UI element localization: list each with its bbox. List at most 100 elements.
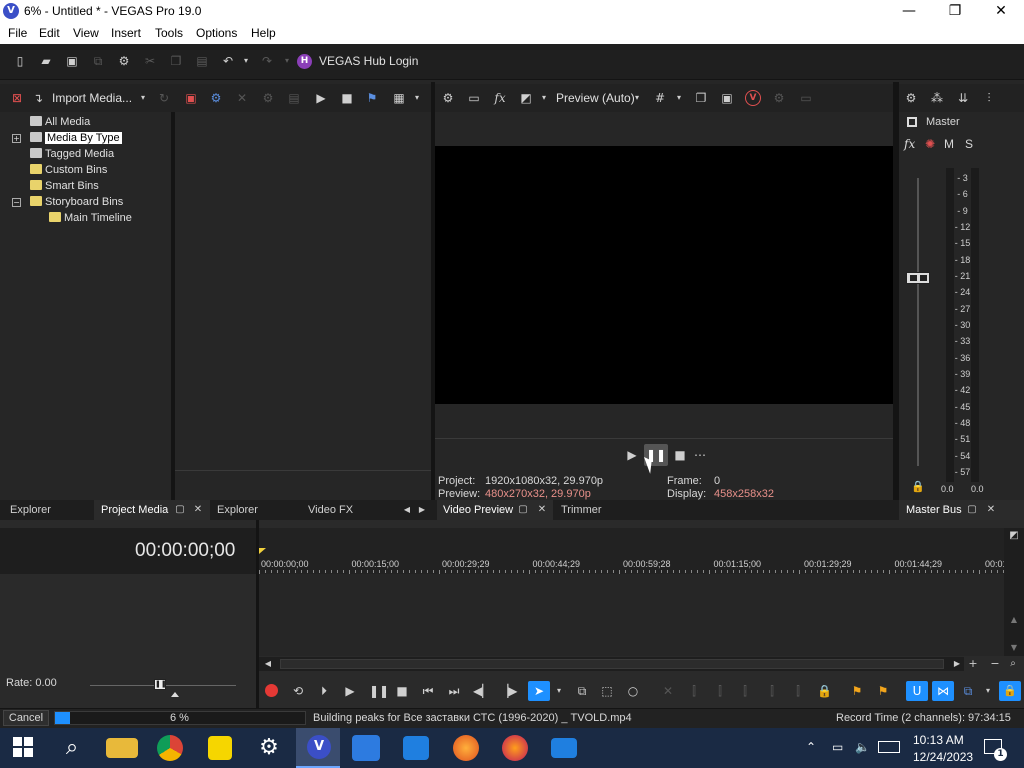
cancel-button[interactable]: Cancel [3,710,49,726]
taskbar-settings-icon[interactable]: ⚙ [253,732,285,764]
video-output-fx-icon[interactable]: fx [493,91,507,105]
open-project-icon[interactable]: ▰ [39,54,53,68]
tree-item-tagged-media[interactable]: Tagged Media [30,147,114,161]
master-dim-icon[interactable]: ⇊ [956,91,970,105]
copy-snapshot-icon[interactable]: ❐ [694,91,708,105]
menu-help[interactable]: Help [251,26,276,40]
undo-dropdown-icon[interactable]: ▾ [242,54,250,68]
vegas-v-icon[interactable]: V [745,90,761,106]
hscroll-thumb[interactable] [280,659,944,669]
go-to-end-icon[interactable]: ⏭ [447,684,461,698]
tab-scroll-left-icon[interactable]: ◀ [400,503,414,517]
close-button[interactable]: ✕ [978,0,1024,22]
zoom-in-icon[interactable]: + [966,657,980,671]
tray-keyboard-icon[interactable] [878,741,900,753]
taskbar-vegas-icon[interactable]: V [307,735,331,759]
media-stop-icon[interactable]: ■ [340,91,354,105]
save-project-icon[interactable]: ▣ [65,54,79,68]
auto-preview-icon[interactable]: ⚑ [365,91,379,105]
master-mixer-icon[interactable]: ⫶ [982,91,996,105]
auto-ripple-icon[interactable]: ⧉ [961,684,975,698]
video-preview-screen[interactable] [435,146,893,404]
tree-item-all-media[interactable]: All Media [30,115,90,129]
master-properties-gear-icon[interactable]: ⚙ [904,91,918,105]
tab-trimmer[interactable]: Trimmer [561,504,602,516]
taskbar-network-app-icon[interactable] [352,735,380,761]
tree-item-custom-bins[interactable]: Custom Bins [30,163,107,177]
tray-network-icon[interactable]: ▭ [832,740,843,754]
render-icon[interactable]: ⧉ [91,54,105,68]
tab-video-preview[interactable]: Video Preview [443,504,513,516]
menu-edit[interactable]: Edit [39,26,60,40]
windows-start-icon[interactable] [13,737,33,757]
undo-icon[interactable]: ↶ [221,54,235,68]
remove-media-icon[interactable]: ⊠ [10,91,24,105]
tree-item-main-timeline[interactable]: Main Timeline [49,211,132,225]
overlays-grid-icon[interactable]: # [653,91,667,105]
tree-item-storyboard-bins[interactable]: Storyboard Bins [30,195,123,209]
cursor-marker-icon[interactable] [259,548,266,554]
preview-settings-dim-icon[interactable]: ⚙ [772,91,786,105]
snapping-button[interactable]: Ս [906,681,928,701]
preview-quality-dropdown-icon[interactable]: ▾ [633,91,641,105]
preview-properties-gear-icon[interactable]: ⚙ [441,91,455,105]
tab-close-icon[interactable]: ✕ [984,503,998,517]
auto-crossfade-button[interactable]: ⋈ [932,681,954,701]
media-fx-icon[interactable]: ⚙ [261,91,275,105]
ignore-grouping-icon[interactable]: ⫿ [791,684,805,698]
trim-icon[interactable]: ⫿ [713,684,727,698]
split-screen-icon[interactable]: ◩ [519,91,533,105]
go-to-start-icon[interactable]: ⏮ [421,684,435,698]
cut-icon[interactable]: ✂ [143,54,157,68]
preview-quality-select[interactable]: Preview (Auto) [556,91,635,105]
split-icon[interactable]: ⫿ [765,684,779,698]
insert-region-icon[interactable]: ⚑ [876,684,890,698]
external-monitor-icon[interactable]: ▭ [467,91,481,105]
tray-time[interactable]: 10:13 AM [913,733,964,747]
preview-extra-icon[interactable]: ▭ [798,91,814,105]
master-fx-chain-icon[interactable]: ✺ [923,137,937,151]
previous-frame-icon[interactable]: ◀▏ [473,684,491,698]
tab-undock-icon[interactable]: ▢ [173,503,187,517]
get-media-icon[interactable]: ⚙ [209,91,223,105]
master-solo-button[interactable]: S [965,137,973,151]
trim-start-icon[interactable]: ⫿ [687,684,701,698]
taskbar-firefox-dev-icon[interactable] [502,735,528,761]
copy-icon[interactable]: ❐ [169,54,183,68]
normal-edit-tool-button[interactable]: ➤ [528,681,550,701]
taskbar-mail-icon[interactable] [551,738,577,758]
media-properties-icon[interactable]: ▤ [287,91,301,105]
media-splitter[interactable] [171,112,175,500]
scroll-down-icon[interactable]: ▼ [1007,641,1021,655]
taskbar-firefox-icon[interactable] [453,735,479,761]
media-view-dropdown-icon[interactable]: ▾ [413,91,421,105]
taskbar-movie-app-icon[interactable] [403,736,429,760]
zoom-out-icon[interactable]: − [988,657,1002,671]
delete-icon[interactable]: ✕ [235,91,249,105]
next-frame-icon[interactable]: ▕▶ [499,684,517,698]
auto-ripple-dropdown-icon[interactable]: ▾ [984,684,992,698]
redo-icon[interactable]: ↷ [260,54,274,68]
minimize-button[interactable]: — [886,0,932,22]
zoom-magnifier-icon[interactable]: ⌕ [1006,657,1020,671]
play-from-start-icon[interactable]: ⏵ [317,684,331,698]
tab-master-bus[interactable]: Master Bus [906,504,962,516]
pause-icon[interactable]: ❚❚ [369,684,389,698]
tab-explorer[interactable]: Explorer [10,504,51,516]
menu-options[interactable]: Options [196,26,237,40]
taskbar-sticky-notes-icon[interactable] [208,736,232,760]
master-fx-button[interactable]: fx [904,137,915,151]
properties-gear-icon[interactable]: ⚙ [117,54,131,68]
maximize-button[interactable]: ❐ [932,0,978,22]
menu-tools[interactable]: Tools [155,26,183,40]
vegas-hub-icon[interactable]: H [297,54,312,69]
insert-marker-icon[interactable]: ⚑ [850,684,864,698]
tab-explorer-2[interactable]: Explorer [217,504,258,516]
media-play-icon[interactable]: ▶ [314,91,328,105]
master-lock-icon[interactable]: 🔒 [911,480,925,494]
preview-stop-icon[interactable]: ■ [673,448,687,462]
loop-playback-icon[interactable]: ⟲ [291,684,305,698]
taskbar-search-icon[interactable]: ⌕ [56,732,88,764]
zoom-tool-icon[interactable]: ○ [626,684,640,698]
import-media-button[interactable]: Import Media... [52,91,132,105]
